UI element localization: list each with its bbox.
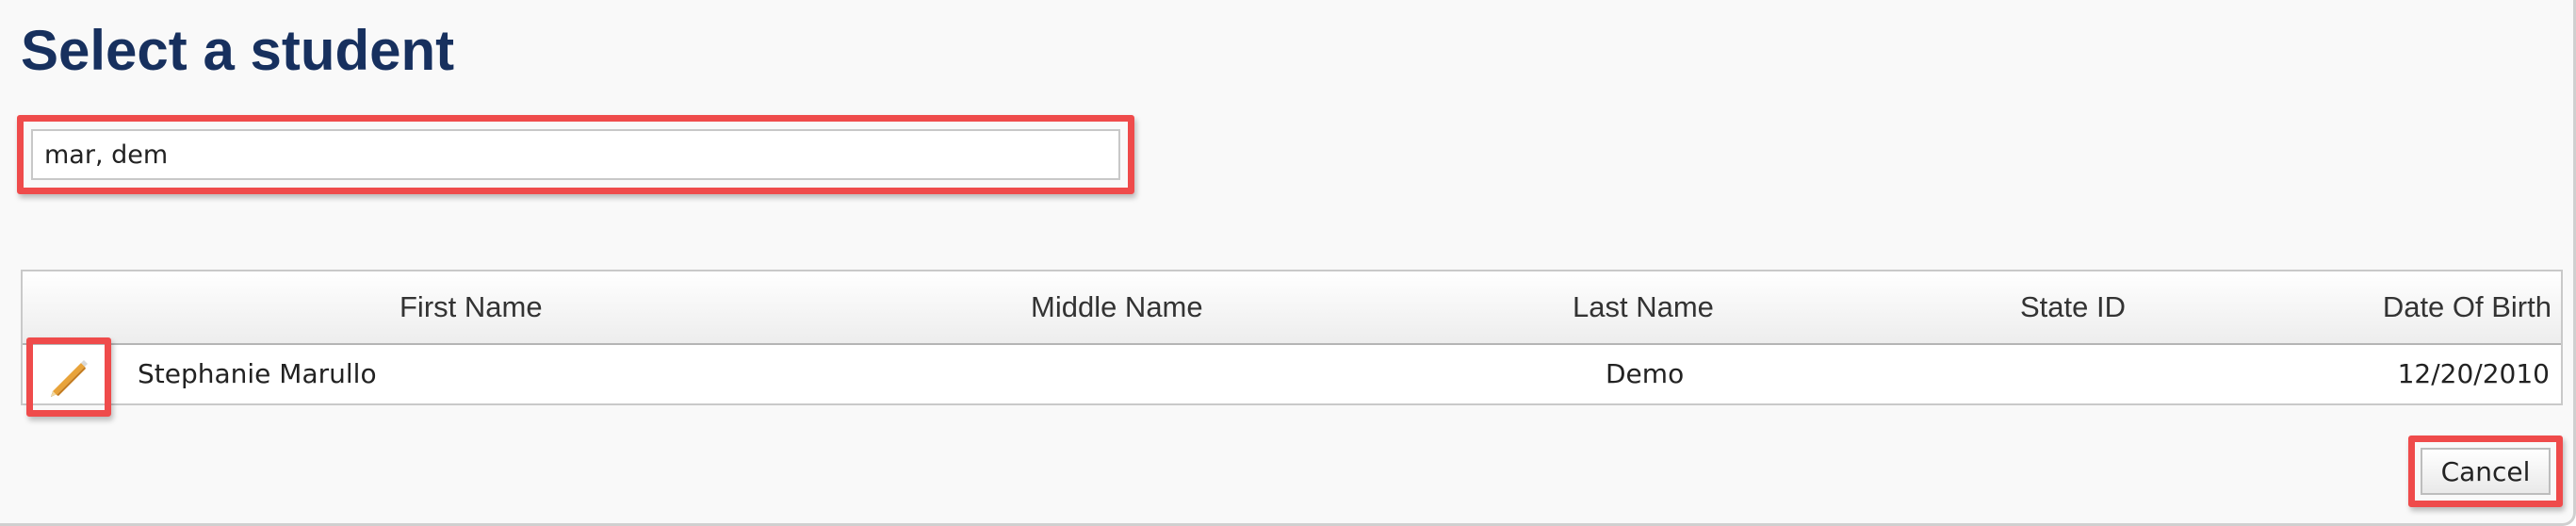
column-header-last-name[interactable]: Last Name xyxy=(1573,271,1714,343)
column-header-date-of-birth[interactable]: Date Of Birth xyxy=(2383,271,2552,343)
table-header: First Name Middle Name Last Name State I… xyxy=(23,271,2561,345)
cancel-highlight: Cancel xyxy=(2408,436,2563,507)
column-header-middle-name[interactable]: Middle Name xyxy=(1031,271,1203,343)
table-row[interactable]: Stephanie Marullo Demo 12/20/2010 xyxy=(23,345,2561,403)
edit-student-button[interactable] xyxy=(26,337,111,417)
search-highlight xyxy=(17,115,1134,194)
pencil-icon xyxy=(51,360,88,397)
column-header-first-name[interactable]: First Name xyxy=(399,271,543,343)
cell-date-of-birth: 12/20/2010 xyxy=(2397,358,2550,389)
column-header-state-id[interactable]: State ID xyxy=(2020,271,2126,343)
cancel-button[interactable]: Cancel xyxy=(2421,448,2551,495)
page-title: Select a student xyxy=(21,19,455,82)
cell-last-name: Demo xyxy=(1606,358,1685,389)
student-table: First Name Middle Name Last Name State I… xyxy=(21,270,2563,405)
cell-first-name: Stephanie Marullo xyxy=(138,358,377,389)
select-student-dialog: Select a student First Name Middle Name … xyxy=(0,0,2576,526)
search-input[interactable] xyxy=(31,129,1120,180)
